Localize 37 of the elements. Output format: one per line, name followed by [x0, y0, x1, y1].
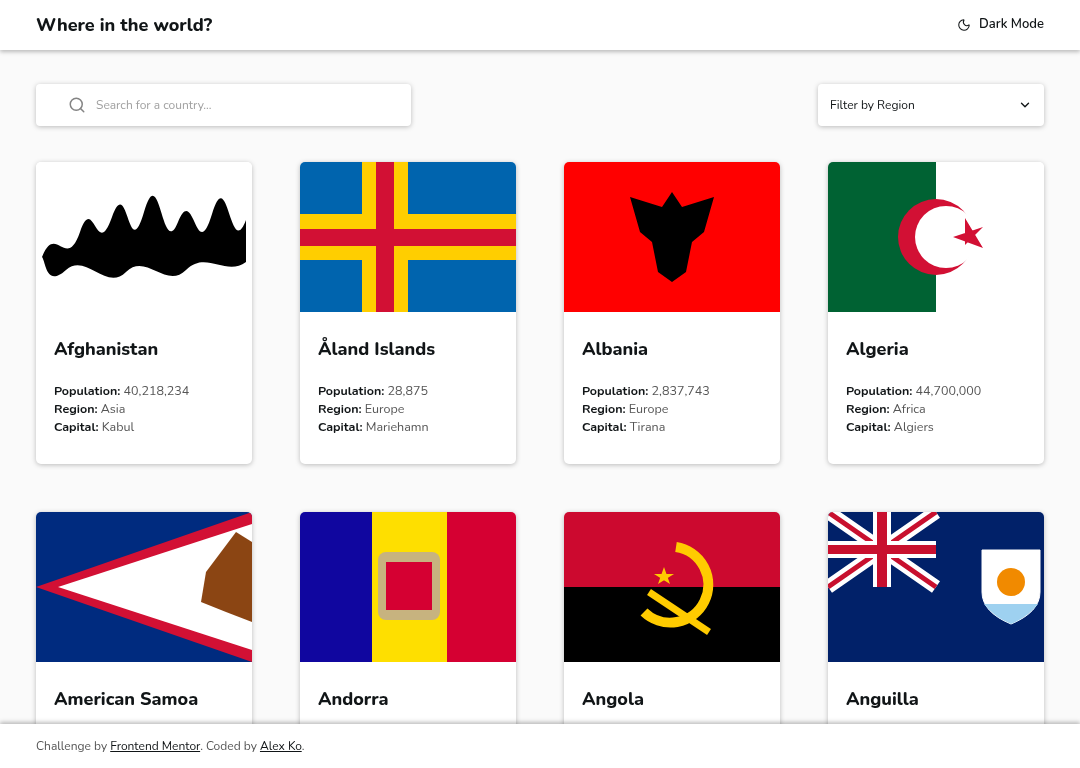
country-name: Afghanistan	[54, 337, 160, 361]
country-stat: Capital: Kabul	[54, 418, 136, 436]
country-name: American Samoa	[54, 687, 200, 711]
country-name: Anguilla	[846, 687, 920, 711]
country-stat: Region: Europe	[318, 400, 406, 418]
country-card[interactable]: Åland Islands Population: 28,875 Region: Europe Capital: Mariehamn	[300, 162, 516, 464]
country-stat: Population: 2,837,743	[582, 382, 711, 400]
country-stat: Region: Africa	[846, 400, 927, 418]
author-link[interactable]: Alex Ko	[259, 738, 302, 754]
country-card[interactable]: Andorra	[300, 512, 516, 724]
moon-icon	[957, 18, 972, 32]
country-card[interactable]: Algeria Population: 44,700,000 Region: Africa Capital: Algiers	[828, 162, 1044, 464]
country-stat: Region: Europe	[582, 400, 670, 418]
country-stat: Capital: Tirana	[582, 418, 667, 436]
country-card[interactable]: Angola	[564, 512, 780, 724]
search-field[interactable]: Search for a country...	[36, 84, 411, 126]
country-card[interactable]: Anguilla	[828, 512, 1044, 724]
frontend-mentor-link[interactable]: Frontend Mentor	[110, 738, 201, 754]
country-name: Andorra	[318, 687, 390, 711]
country-stat: Population: 44,700,000	[846, 382, 983, 400]
country-stat: Population: 28,875	[318, 382, 429, 400]
country-stat: Population: 40,218,234	[54, 382, 191, 400]
app-title: Where in the world?	[36, 11, 213, 39]
country-name: Åland Islands	[318, 337, 437, 361]
search-icon	[68, 96, 86, 114]
country-stat: Region: Asia	[54, 400, 127, 418]
country-card[interactable]: Albania Population: 2,837,743 Region: Europe Capital: Tirana	[564, 162, 780, 464]
country-name: Angola	[582, 687, 645, 711]
country-name: Algeria	[846, 337, 910, 361]
country-stat: Capital: Mariehamn	[318, 418, 430, 436]
region-filter-dropdown[interactable]: Filter by Region	[818, 84, 1044, 126]
footer-credit: Challenge by Frontend Mentor. Coded by Alex Ko.	[36, 737, 305, 755]
country-stat: Capital: Algiers	[846, 418, 935, 436]
country-name: Albania	[582, 337, 650, 361]
country-card[interactable]: Afghanistan Population: 40,218,234 Region: Asia Capital: Kabul	[36, 162, 252, 464]
dark-mode-toggle[interactable]: Dark Mode	[957, 15, 1044, 35]
country-card[interactable]: American Samoa	[36, 512, 252, 724]
